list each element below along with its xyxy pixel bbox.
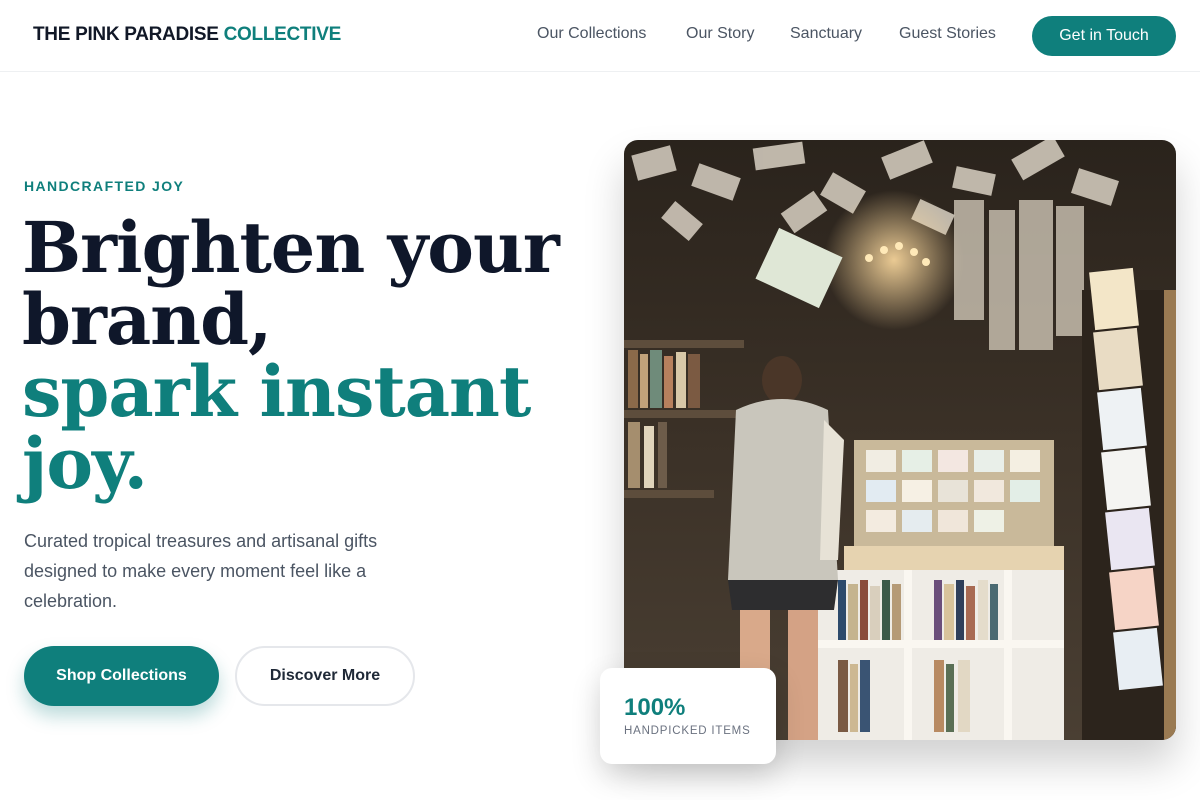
- brand-logo[interactable]: THE PINK PARADISE COLLECTIVE: [33, 24, 341, 46]
- nav-sanctuary[interactable]: Sanctuary: [790, 25, 862, 43]
- headline-line-4: joy.: [22, 422, 148, 505]
- stat-card: 100% HANDPICKED ITEMS: [600, 668, 776, 764]
- nav-our-story[interactable]: Our Story: [686, 25, 754, 43]
- nav-our-collections[interactable]: Our Collections: [537, 25, 646, 43]
- headline-line-3: spark instant: [22, 350, 531, 433]
- stat-value: 100%: [624, 694, 686, 721]
- headline-line-1: Brighten your: [22, 206, 560, 289]
- nav-guest-stories[interactable]: Guest Stories: [899, 25, 996, 43]
- hero-subtext: Curated tropical treasures and artisanal…: [24, 531, 378, 611]
- get-in-touch-button[interactable]: Get in Touch: [1032, 16, 1176, 56]
- stat-label: HANDPICKED ITEMS: [624, 725, 751, 737]
- brand-name-main: THE PINK PARADISE: [33, 24, 224, 45]
- hero-eyebrow: HANDCRAFTED JOY: [24, 178, 185, 194]
- hero-image: [624, 140, 1176, 740]
- hero-headline: Brighten your brand, spark instant joy.: [22, 212, 562, 500]
- bookshop-photo-icon: [624, 140, 1176, 740]
- site-header: THE PINK PARADISE COLLECTIVE Our Collect…: [0, 0, 1200, 72]
- brand-name-accent: COLLECTIVE: [223, 24, 342, 45]
- shop-collections-button[interactable]: Shop Collections: [24, 646, 219, 706]
- headline-line-2: brand,: [22, 278, 272, 361]
- discover-more-button[interactable]: Discover More: [235, 646, 415, 706]
